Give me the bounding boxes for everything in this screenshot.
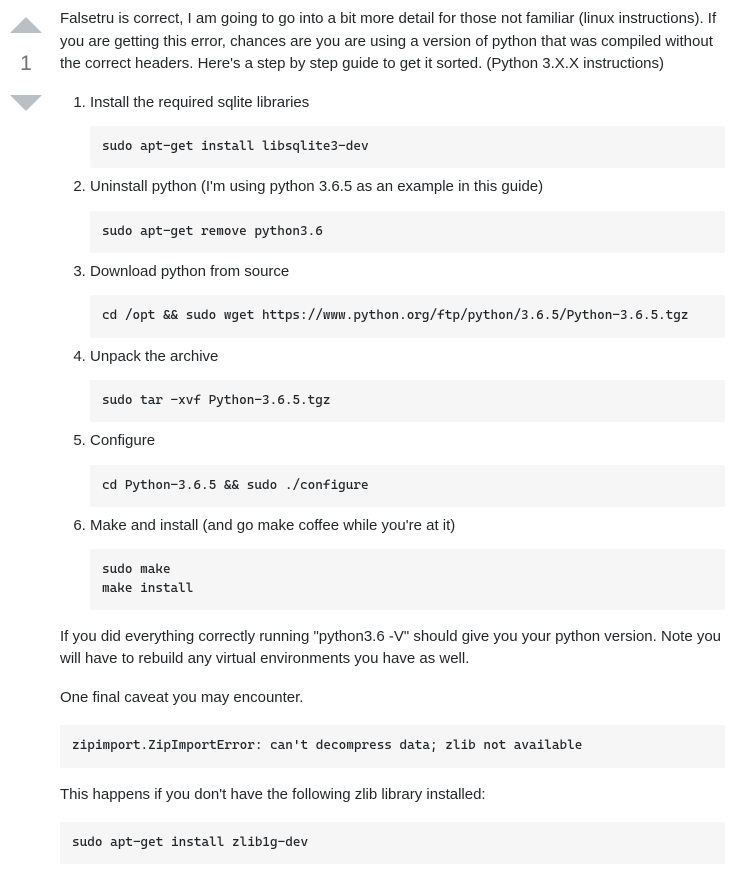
- step-item: Make and install (and go make coffee whi…: [90, 515, 725, 610]
- closing-paragraph-2: One final caveat you may encounter.: [60, 687, 725, 710]
- vote-count: 1: [20, 48, 32, 80]
- step-code: cd /opt && sudo wget https://www.python.…: [90, 295, 725, 337]
- step-code: sudo make make install: [90, 549, 725, 609]
- step-item: Configure cd Python-3.6.5 && sudo ./conf…: [90, 430, 725, 507]
- error-code-block: zipimport.ZipImportError: can't decompre…: [60, 725, 725, 767]
- answer-post: 1 Falsetru is correct, I am going to go …: [8, 8, 725, 880]
- upvote-button[interactable]: [8, 8, 44, 44]
- downvote-button[interactable]: [8, 84, 44, 120]
- step-code: sudo tar -xvf Python-3.6.5.tgz: [90, 380, 725, 422]
- step-text: Unpack the archive: [90, 346, 725, 369]
- step-item: Uninstall python (I'm using python 3.6.5…: [90, 176, 725, 253]
- fix-code-block: sudo apt-get install zlib1g-dev: [60, 822, 725, 864]
- step-text: Install the required sqlite libraries: [90, 92, 725, 115]
- step-text: Configure: [90, 430, 725, 453]
- closing-paragraph-1: If you did everything correctly running …: [60, 626, 725, 671]
- steps-list: Install the required sqlite libraries su…: [90, 92, 725, 610]
- step-code: cd Python-3.6.5 && sudo ./configure: [90, 465, 725, 507]
- step-code: sudo apt-get remove python3.6: [90, 211, 725, 253]
- step-code: sudo apt-get install libsqlite3-dev: [90, 126, 725, 168]
- step-text: Make and install (and go make coffee whi…: [90, 515, 725, 538]
- intro-paragraph: Falsetru is correct, I am going to go in…: [60, 8, 725, 76]
- step-text: Download python from source: [90, 261, 725, 284]
- step-item: Unpack the archive sudo tar -xvf Python-…: [90, 346, 725, 423]
- step-item: Install the required sqlite libraries su…: [90, 92, 725, 169]
- error-explain: This happens if you don't have the follo…: [60, 784, 725, 807]
- step-text: Uninstall python (I'm using python 3.6.5…: [90, 176, 725, 199]
- vote-controls: 1: [8, 8, 44, 880]
- step-item: Download python from source cd /opt && s…: [90, 261, 725, 338]
- answer-body: Falsetru is correct, I am going to go in…: [60, 8, 725, 880]
